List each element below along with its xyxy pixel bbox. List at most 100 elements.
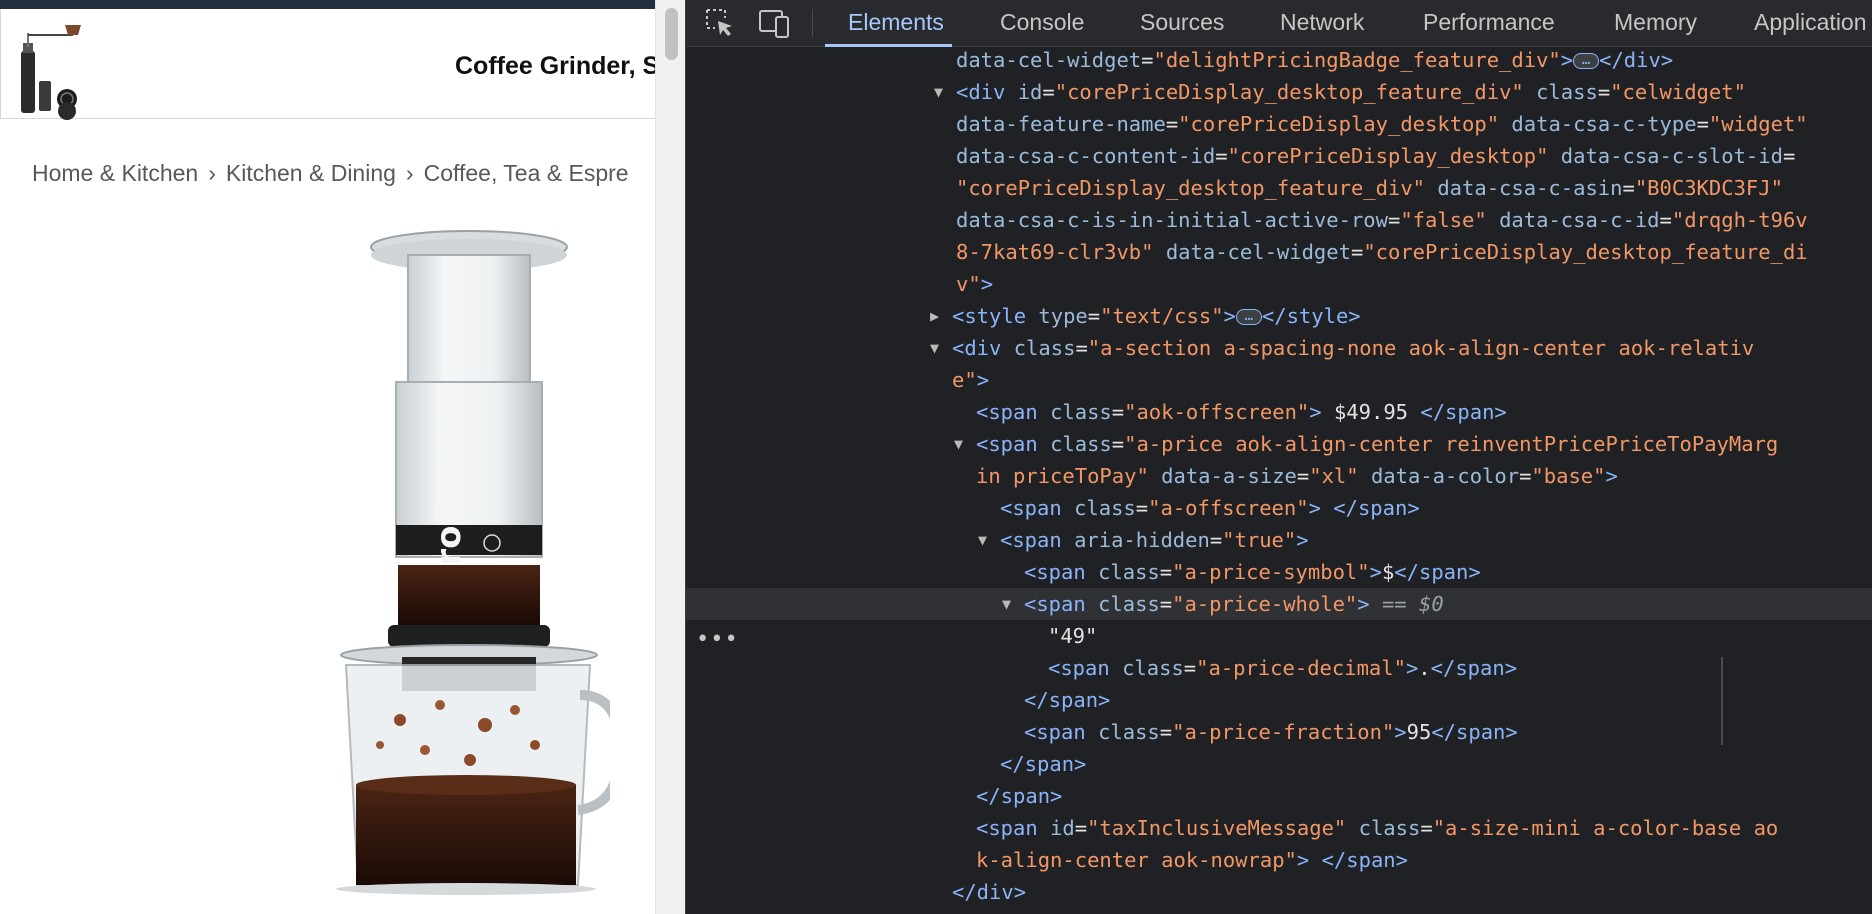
dom-node-row[interactable]: </span> [686,748,1872,780]
html-tag: </span> [976,784,1063,808]
tab-performance[interactable]: Performance [1423,9,1555,36]
html-tag: <span [1000,496,1075,520]
attribute-value: "corePriceDisplay_desktop_feature_div" [1054,80,1537,104]
text-node: $ [1381,560,1395,584]
page-scrollbar-thumb[interactable] [665,8,678,60]
dom-node-row[interactable]: data-csa-c-content-id="corePriceDisplay_… [686,140,1872,172]
attribute-name: class [1098,592,1160,616]
selected-node-marker: == $0 [1369,592,1444,616]
dom-node-text: <span aria-hidden="true"> [1000,524,1309,556]
dom-node-row[interactable]: <span class="aok-offscreen"> $49.95 </sp… [686,396,1872,428]
coffee-grinder-thumbnail[interactable] [15,21,95,121]
attribute-value: v" [956,272,981,296]
dom-node-row[interactable]: k-align-center aok-nowrap"> </span> [686,844,1872,876]
breadcrumb-item-home-kitchen[interactable]: Home & Kitchen [32,160,198,186]
dom-node-text: e"> [952,364,989,396]
dom-node-row[interactable]: ▼ <div id="corePriceDisplay_desktop_featu… [686,76,1872,108]
page-scrollbar[interactable] [655,0,685,914]
dom-node-row[interactable]: <span class="a-price-fraction">95</span> [686,716,1872,748]
tab-memory[interactable]: Memory [1614,9,1697,36]
html-tag: <span [976,400,1051,424]
dom-node-row[interactable]: ▶<div class="a-section a-spacing-small a… [686,908,1872,914]
collapsed-content-icon[interactable]: … [1573,53,1600,69]
dom-node-row[interactable]: ▼ <div class="a-section a-spacing-none ao… [686,332,1872,364]
expand-triangle-icon[interactable]: ▼ [930,332,952,364]
dom-node-row[interactable]: in priceToPay" data-a-size="xl" data-a-c… [686,460,1872,492]
attribute-value: "corePriceDisplay_desktop_feature_di [1363,240,1808,264]
tab-console[interactable]: Console [1000,9,1084,36]
product-title[interactable]: Coffee Grinder, S [455,52,655,81]
text-node: = [1165,112,1179,136]
toolbar-divider [812,9,813,37]
expand-triangle-icon[interactable]: ▼ [934,76,956,108]
expand-triangle-icon[interactable]: ▼ [954,428,976,460]
attribute-value: "a-price aok-align-center reinventPriceP… [1124,432,1779,456]
breadcrumb-item-kitchen-dining[interactable]: Kitchen & Dining [226,160,396,186]
dom-node-row[interactable]: data-cel-widget="delightPricingBadge_fea… [686,47,1872,76]
text-node: = [1420,816,1433,840]
attribute-value: "a-size-mini a-color-base ao [1432,816,1779,840]
product-page: Coffee Grinder, S Home & Kitchen › Kitchen… [0,0,655,914]
devtools-panel: Elements Console Sources Network Perform… [685,0,1872,914]
dom-node-text: 8-7kat69-clr3vb" data-cel-widget="corePr… [956,236,1808,268]
attribute-value: "widget" [1708,112,1808,136]
dom-node-text: </div> [952,876,1026,908]
breadcrumb-item-coffee-tea[interactable]: Coffee, Tea & Espre [424,160,629,186]
dom-node-row[interactable]: ▼ <span class="a-price aok-align-center r… [686,428,1872,460]
dom-node-selected[interactable]: ▼ <span class="a-price-whole"> == $0 [686,588,1872,620]
attribute-value: "a-price-whole" [1172,592,1358,616]
dom-node-row[interactable]: </span> [686,684,1872,716]
dom-node-text: k-align-center aok-nowrap"> </span> [976,844,1408,876]
html-tag: </div> [952,880,1027,904]
attribute-value: "a-offscreen" [1148,496,1309,520]
dom-node-row[interactable]: </div> [686,876,1872,908]
dom-tree[interactable]: ••• data-cel-widget="delightPricingBadge… [686,47,1872,914]
attribute-name: class [1098,720,1160,744]
dom-node-row[interactable]: v"> [686,268,1872,300]
collapsed-content-icon[interactable]: … [1235,309,1262,325]
expand-triangle-icon[interactable]: ▼ [1002,588,1024,620]
dom-node-row[interactable]: <span class="a-price-symbol">$</span> [686,556,1872,588]
attribute-value: e" [952,368,977,392]
collapse-triangle-icon[interactable]: ▶ [930,300,952,332]
dom-node-row[interactable]: </span> [686,780,1872,812]
attribute-name: data-a-color [1370,464,1520,488]
product-banner[interactable]: Coffee Grinder, S [0,9,655,121]
attribute-name: data-csa-c-slot-id [1560,144,1783,168]
tab-elements[interactable]: Elements [848,9,944,36]
dom-node-row[interactable]: e"> [686,364,1872,396]
dom-node-row[interactable]: "corePriceDisplay_desktop_feature_div" d… [686,172,1872,204]
tab-network[interactable]: Network [1280,9,1364,36]
dom-node-row[interactable]: ▶ <style type="text/css">… </style> [686,300,1872,332]
tab-application[interactable]: Application [1754,9,1867,36]
text-node: = [1519,464,1532,488]
tab-sources[interactable]: Sources [1140,9,1224,36]
text-node: 95 [1406,720,1432,744]
dom-node-row[interactable]: <span class="a-price-decimal">.</span> [686,652,1872,684]
text-node: = [1087,304,1101,328]
device-toolbar-icon[interactable] [756,5,792,41]
expand-triangle-icon[interactable]: ▼ [978,524,1000,556]
dom-node-row[interactable]: data-feature-name="corePriceDisplay_desk… [686,108,1872,140]
attribute-value: "xl" [1309,464,1371,488]
text-node: = [1111,432,1125,456]
attribute-name: data-a-size [1161,464,1297,488]
collapse-triangle-icon[interactable]: ▶ [930,908,952,914]
dom-node-row[interactable]: "49" [686,620,1872,652]
attribute-name: class [1074,496,1136,520]
dom-node-text: <style type="text/css">… </style> [952,300,1361,332]
text-node: = [1209,528,1223,552]
attribute-name: data-cel-widget [1165,240,1351,264]
html-tag: </span> [1024,688,1111,712]
dom-node-row[interactable]: <span class="a-offscreen"> </span> [686,492,1872,524]
dom-node-row[interactable]: 8-7kat69-clr3vb" data-cel-widget="corePr… [686,236,1872,268]
inspect-element-icon[interactable] [702,5,738,41]
breadcrumb-separator: › [405,160,414,186]
dom-node-row[interactable]: <span id="taxInclusiveMessage" class="a-… [686,812,1872,844]
text-node: = [1042,80,1055,104]
html-tag: <span [1024,592,1099,616]
attribute-name: data-cel-widget [956,48,1142,72]
dom-node-row[interactable]: ▼ <span aria-hidden="true"> [686,524,1872,556]
dom-node-row[interactable]: data-csa-c-is-in-initial-active-row="fal… [686,204,1872,236]
product-image-aeropress[interactable]: AeroPress [310,225,610,895]
